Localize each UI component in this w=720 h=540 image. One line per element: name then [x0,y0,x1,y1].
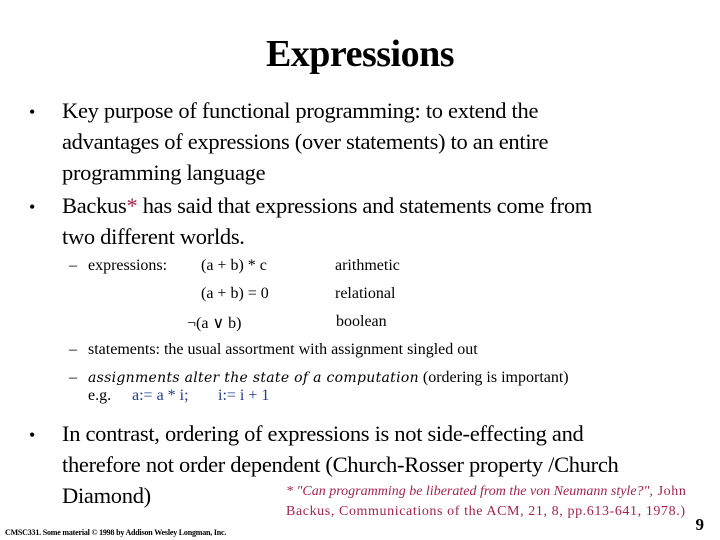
slide-title: Expressions [265,33,455,75]
expr-arithmetic: (a + b) * c [201,257,267,274]
bullet-icon: • [29,102,36,122]
kind-boolean: boolean [336,313,387,330]
dash-icon: – [69,369,77,386]
statements-text: statements: the usual assortment with as… [88,341,478,358]
page-number: 9 [695,515,705,534]
footnote: * "Can programming be liberated from the… [286,482,706,522]
bullet-2-line-2: two different worlds. [62,224,245,249]
footer-copyright: CMSC331. Some material © 1998 by Addison… [5,528,227,537]
eg-label: e.g. [88,387,112,404]
bullet-3-line-1: In contrast, ordering of expressions is … [62,421,584,446]
assignments-italic: assignments alter the state of a computa… [88,370,419,386]
expressions-label: expressions: [88,257,168,274]
footnote-title: * "Can programming be liberated from the… [286,484,650,499]
expr-boolean: ¬(a ∨ b) [187,315,242,332]
bullet-1-line-3: programming language [62,160,266,185]
backus-rest: has said that expressions and statements… [137,193,593,218]
bullet-1-line-1: Key purpose of functional programming: t… [62,98,539,123]
bullet-icon: • [29,197,36,217]
bullet-3-line-2: therefore not order dependent (Church-Ro… [62,452,619,477]
dash-icon: – [69,341,77,358]
expr-relational: (a + b) = 0 [201,285,269,302]
bullet-3-line-3: Diamond) [62,483,151,508]
backus-text: Backus [62,193,127,218]
assignments-text: assignments alter the state of a computa… [88,369,569,387]
bullet-icon: • [29,425,36,445]
assignments-note: (ordering is important) [418,369,569,386]
dash-icon: – [69,257,77,274]
kind-relational: relational [335,285,396,302]
code-example-1: a:= a * i; [132,387,189,404]
code-example-2: i:= i + 1 [218,387,270,404]
bullet-2-line-1: Backus* has said that expressions and st… [62,190,592,221]
bullet-1-line-2: advantages of expressions (over statemen… [62,129,549,154]
kind-arithmetic: arithmetic [335,257,400,274]
footnote-marker: * [126,193,138,218]
